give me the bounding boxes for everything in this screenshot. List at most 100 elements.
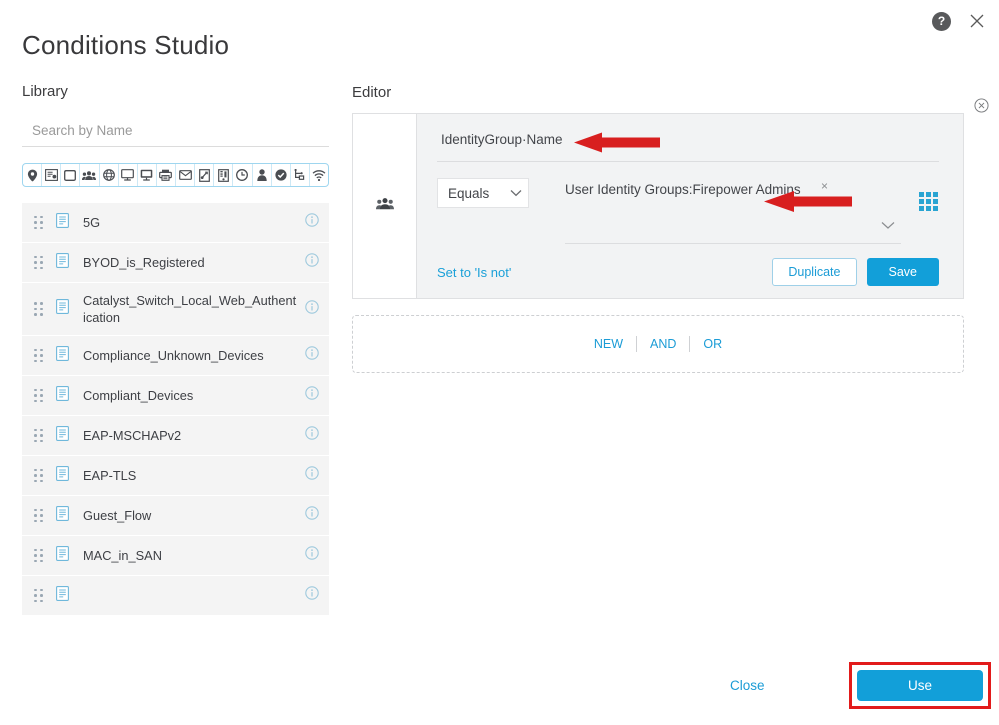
document-icon [56,465,71,486]
server-icon[interactable] [214,164,234,186]
drag-handle-icon[interactable] [34,348,48,363]
library-list-item[interactable]: Compliance_Unknown_Devices [22,336,329,376]
library-list-item[interactable] [22,576,329,616]
use-button[interactable]: Use [857,670,983,701]
certificate-icon[interactable] [195,164,215,186]
value-text: User Identity Groups:Firepower Admins [565,182,801,197]
document-icon [56,505,71,526]
library-item-label: MAC_in_SAN [83,548,162,563]
condition-type-column [353,114,417,298]
editor-panel: IdentityGroup·Name Equals User Identity … [352,98,989,373]
search-wrapper [22,118,329,147]
document-icon [56,585,71,606]
monitor-icon[interactable] [138,164,157,186]
attribute-name[interactable]: IdentityGroup·Name [437,128,563,151]
info-icon[interactable] [305,426,319,445]
check-circle-icon[interactable] [272,164,291,186]
condition-body: IdentityGroup·Name Equals User Identity … [417,114,963,298]
library-panel: 5G BYOD_is_Registered Catalyst_Switch_Loca… [22,118,329,643]
condition-actions: Set to 'Is not' Duplicate Save [437,258,939,286]
library-item-label: EAP-TLS [83,468,137,483]
help-circle-icon[interactable]: ? [932,11,951,31]
drag-handle-icon[interactable] [34,215,48,230]
close-circle-icon[interactable] [974,98,989,113]
library-filter-iconbar[interactable] [22,163,329,187]
new-condition-block: NEW AND OR [352,315,964,373]
or-button[interactable]: OR [690,337,735,352]
duplicate-button[interactable]: Duplicate [772,258,857,286]
library-item-label: BYOD_is_Registered [83,255,205,270]
printer-icon[interactable] [157,164,176,186]
new-button[interactable]: NEW [581,337,636,352]
attribute-row: IdentityGroup·Name [437,128,939,162]
library-list-item[interactable]: Compliant_Devices [22,376,329,416]
document-icon [56,545,71,566]
info-icon[interactable] [305,253,319,272]
operator-selected-value: Equals [448,185,490,201]
library-list-item[interactable]: EAP-TLS [22,456,329,496]
library-list-item[interactable]: EAP-MSCHAPv2 [22,416,329,456]
library-item-label: 5G [83,215,101,230]
info-icon[interactable] [305,506,319,525]
posture-icon[interactable] [291,164,310,186]
close-dialog-link[interactable]: Close [730,678,765,693]
document-icon [56,385,71,406]
drag-handle-icon[interactable] [34,255,48,270]
info-icon[interactable] [305,346,319,365]
document-icon [56,345,71,366]
desktop-icon[interactable] [119,164,138,186]
drag-handle-icon[interactable] [34,302,48,316]
library-item-label: EAP-MSCHAPv2 [83,428,182,443]
document-icon [56,299,71,319]
person-icon[interactable] [253,164,272,186]
drag-handle-icon[interactable] [34,508,48,523]
and-button[interactable]: AND [637,337,689,352]
drag-handle-icon[interactable] [34,428,48,443]
location-pin-icon[interactable] [23,164,43,186]
window-controls: ? [932,11,987,31]
drag-handle-icon[interactable] [34,468,48,483]
info-icon[interactable] [305,213,319,232]
envelope-icon[interactable] [176,164,196,186]
close-icon[interactable] [967,11,987,31]
chevron-down-icon[interactable] [881,217,895,235]
info-icon[interactable] [305,586,319,605]
wifi-icon[interactable] [310,164,328,186]
operator-select[interactable]: Equals [437,178,529,208]
drag-handle-icon[interactable] [34,388,48,403]
set-to-is-not-link[interactable]: Set to 'Is not' [437,265,511,280]
document-icon [56,425,71,446]
drag-handle-icon[interactable] [34,548,48,563]
document-icon [56,212,71,233]
document-icon [56,252,71,273]
library-list-item[interactable]: 5G [22,203,329,243]
page-title: Conditions Studio [22,30,230,60]
library-item-label: Compliance_Unknown_Devices [83,348,264,363]
library-list-item[interactable]: BYOD_is_Registered [22,243,329,283]
info-icon[interactable] [305,546,319,565]
library-item-label: Guest_Flow [83,508,152,523]
remove-value-button[interactable]: × [821,180,828,192]
editor-heading: Editor [352,84,392,101]
library-list-item[interactable]: Guest_Flow [22,496,329,536]
library-list[interactable]: 5G BYOD_is_Registered Catalyst_Switch_Loca… [22,203,329,643]
search-input[interactable] [22,118,329,147]
grid-picker-icon[interactable] [919,192,939,211]
square-icon[interactable] [61,164,81,186]
condition-card: IdentityGroup·Name Equals User Identity … [352,98,989,299]
globe-icon[interactable] [100,164,119,186]
chevron-down-icon [510,184,522,202]
info-icon[interactable] [305,299,319,319]
library-item-label: Compliant_Devices [83,388,194,403]
network-device-icon[interactable] [42,164,62,186]
user-group-icon[interactable] [80,164,100,186]
save-button[interactable]: Save [866,258,939,286]
clock-icon[interactable] [233,164,253,186]
drag-handle-icon[interactable] [34,588,48,603]
library-list-item[interactable]: MAC_in_SAN [22,536,329,576]
value-field[interactable]: User Identity Groups:Firepower Admins × [565,178,901,244]
info-icon[interactable] [305,386,319,405]
info-icon[interactable] [305,466,319,485]
library-list-item[interactable]: Catalyst_Switch_Local_Web_Authentication [22,283,329,336]
value-inner: User Identity Groups:Firepower Admins × [565,178,901,244]
